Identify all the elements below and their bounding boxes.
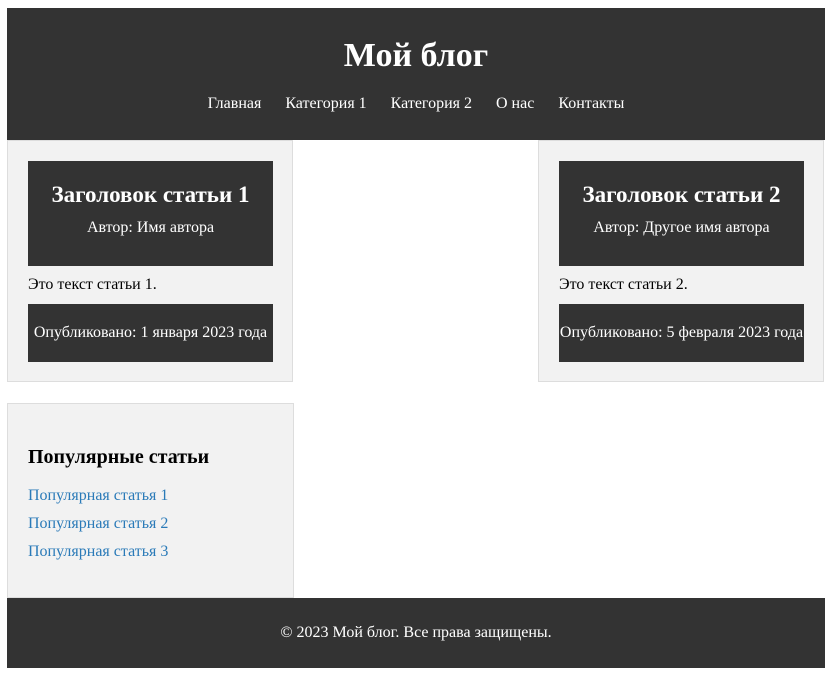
article-author: Автор: Имя автора [86, 219, 215, 236]
nav-link-home[interactable]: Главная [208, 94, 262, 114]
popular-article-link-3[interactable]: Популярная статья 3 [28, 543, 168, 560]
site-header: Мой блог Главная Категория 1 Категория 2… [7, 8, 825, 140]
article-published-date: Опубликовано: 5 февраля 2023 года [559, 304, 804, 362]
article-card-1: Заголовок статьи 1 Автор: Имя автора Это… [7, 140, 293, 382]
article-body: Это текст статьи 2. [559, 276, 688, 293]
popular-articles-sidebar: Популярные статьи Популярная статья 1 По… [7, 403, 294, 598]
sidebar-title: Популярные статьи [28, 446, 210, 468]
nav-link-about[interactable]: О нас [496, 94, 534, 114]
article-header: Заголовок статьи 2 Автор: Другое имя авт… [559, 161, 804, 266]
list-item: Популярная статья 1 [28, 486, 168, 514]
article-title: Заголовок статьи 1 [51, 182, 250, 207]
list-item: Популярная статья 2 [28, 514, 168, 542]
article-title: Заголовок статьи 2 [582, 182, 781, 207]
popular-article-link-1[interactable]: Популярная статья 1 [28, 487, 168, 504]
main-nav: Главная Категория 1 Категория 2 О нас Ко… [7, 94, 825, 114]
article-card-2: Заголовок статьи 2 Автор: Другое имя авт… [538, 140, 824, 382]
copyright-text: © 2023 Мой блог. Все права защищены. [280, 624, 552, 641]
site-footer: © 2023 Мой блог. Все права защищены. [7, 598, 825, 668]
article-published-date: Опубликовано: 1 января 2023 года [28, 304, 273, 362]
article-author: Автор: Другое имя автора [593, 219, 770, 236]
nav-link-category-1[interactable]: Категория 1 [285, 94, 366, 114]
list-item: Популярная статья 3 [28, 542, 168, 570]
article-header: Заголовок статьи 1 Автор: Имя автора [28, 161, 273, 266]
popular-article-link-2[interactable]: Популярная статья 2 [28, 515, 168, 532]
nav-link-contacts[interactable]: Контакты [558, 94, 624, 114]
article-body: Это текст статьи 1. [28, 276, 157, 293]
nav-link-category-2[interactable]: Категория 2 [391, 94, 472, 114]
site-title: Мой блог [343, 37, 489, 74]
popular-articles-list: Популярная статья 1 Популярная статья 2 … [28, 486, 168, 570]
